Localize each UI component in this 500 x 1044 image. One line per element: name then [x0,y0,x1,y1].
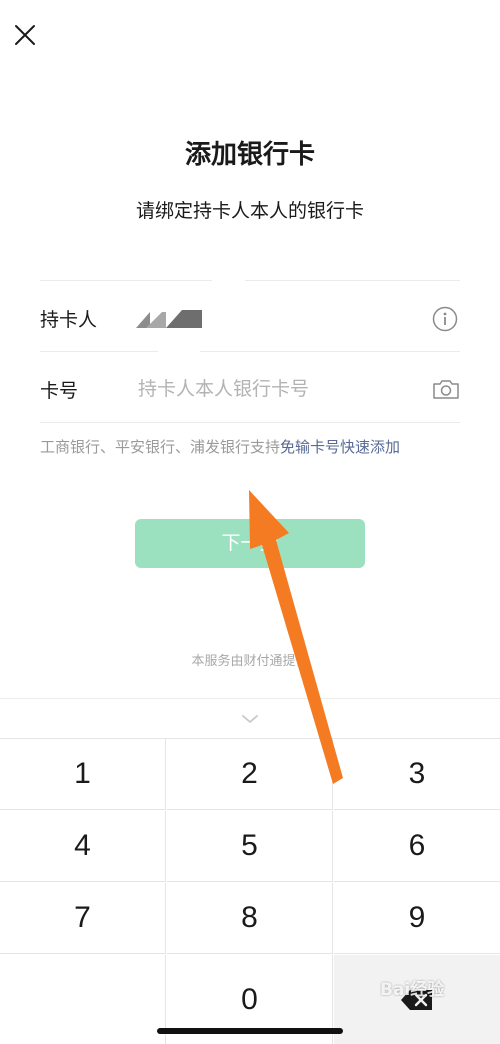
key-3[interactable]: 3 [334,739,500,810]
scan-card-button[interactable] [430,374,462,404]
chevron-down-icon [242,714,258,723]
key-2[interactable]: 2 [167,739,333,810]
info-icon [432,306,458,332]
page-subtitle: 请绑定持卡人本人的银行卡 [135,200,364,222]
hint-text: 工商银行、平安银行、浦发银行支持 [40,438,281,456]
watermark-text: Bai经验 [380,980,445,1000]
camera-icon [433,380,459,399]
holder-info-button[interactable] [430,304,460,334]
masked-holder-name [136,310,202,328]
key-5[interactable]: 5 [167,811,333,882]
divider [200,351,460,352]
keypad-collapse-button[interactable] [0,698,500,738]
home-indicator [157,1028,343,1034]
key-9[interactable]: 9 [334,883,500,954]
divider [245,280,460,281]
quick-add-link[interactable]: 免输卡号快速添加 [280,438,400,456]
key-7[interactable]: 7 [0,883,166,954]
divider [40,422,460,423]
divider [40,351,158,352]
close-icon [15,25,35,45]
key-empty [0,955,166,1044]
quick-add-hint: 工商银行、平安银行、浦发银行支持免输卡号快速添加 [40,436,470,457]
key-8[interactable]: 8 [167,883,333,954]
key-6[interactable]: 6 [334,811,500,882]
service-provider-note: 本服务由财付通提供 [191,654,309,669]
key-1[interactable]: 1 [0,739,166,810]
key-4[interactable]: 4 [0,811,166,882]
close-button[interactable] [10,20,40,50]
divider [40,280,212,281]
card-number-input[interactable] [130,372,410,406]
next-button[interactable]: 下一步 [135,519,365,568]
holder-label: 持卡人 [40,309,98,331]
card-number-label: 卡号 [40,380,79,402]
page-title: 添加银行卡 [184,140,315,170]
